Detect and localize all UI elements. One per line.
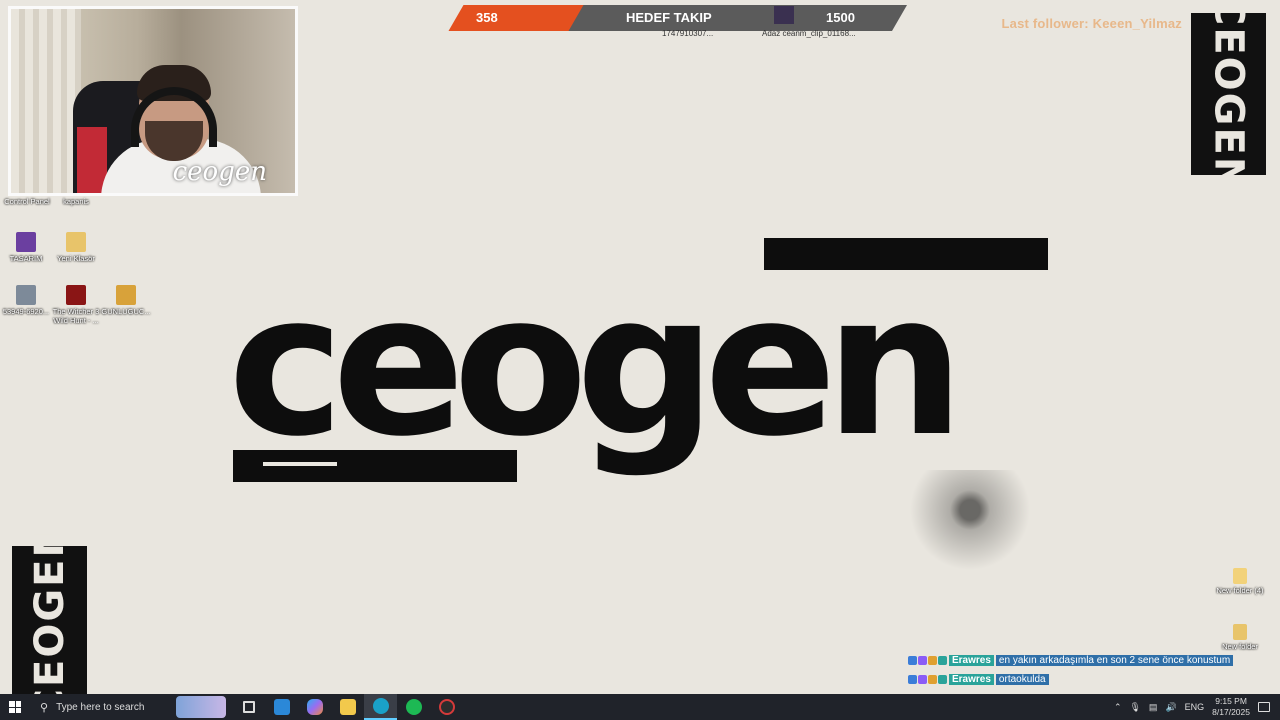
chat-username: Erawres bbox=[949, 655, 994, 666]
task-view-icon bbox=[242, 701, 255, 713]
search-placeholder: Type here to search bbox=[56, 701, 145, 713]
taskbar: ⚲ Type here to search ⌃ 🎙 ▤ 🔊 ENG 9:15 P… bbox=[0, 694, 1280, 720]
goal-sub-right: Adaz ceanm_clip_01168... bbox=[762, 29, 856, 38]
webcam-overlay: ceogen bbox=[8, 6, 298, 196]
desktop-icon-new-folder-4[interactable]: New folder (4) bbox=[1215, 568, 1265, 595]
chat-text: ortaokulda bbox=[995, 674, 1049, 685]
desktop-icon-tasarim[interactable]: TASARIM bbox=[1, 232, 51, 263]
clock-time: 9:15 PM bbox=[1215, 696, 1247, 706]
desktop-icon-witcher3[interactable]: The Witcher 3 Wild Hunt - ... bbox=[51, 285, 101, 325]
chat-overlay: Erawres en yakın arkadaşımla en son 2 se… bbox=[908, 651, 1234, 689]
chat-text: en yakın arkadaşımla en son 2 sene önce … bbox=[995, 655, 1234, 666]
shortcut-icon bbox=[116, 285, 136, 305]
desktop-icon-label: kapanis bbox=[63, 197, 89, 206]
brand-text: CEOGEN bbox=[26, 521, 73, 719]
desktop-icon-label: New folder (4) bbox=[1216, 586, 1264, 595]
search-icon: ⚲ bbox=[40, 701, 49, 714]
desktop-icon-label: TASARIM bbox=[9, 254, 43, 263]
badge-icon bbox=[938, 675, 947, 684]
chat-message: Erawres en yakın arkadaşımla en son 2 se… bbox=[908, 651, 1234, 670]
microphone-icon[interactable]: 🎙 bbox=[1129, 702, 1140, 713]
task-view-button[interactable] bbox=[232, 694, 265, 720]
image-file-icon bbox=[16, 285, 36, 305]
notification-icon[interactable] bbox=[1258, 702, 1270, 712]
folder-icon bbox=[339, 699, 356, 715]
desktop-icon-label: GUNLUGUC... bbox=[101, 307, 151, 316]
desktop-icon-kapanis[interactable]: kapanis bbox=[51, 197, 101, 206]
last-follower: Last follower: Keeen_Yilmaz bbox=[1001, 16, 1182, 31]
folder-icon bbox=[1233, 568, 1247, 584]
folder-icon bbox=[16, 232, 36, 252]
spotify-icon bbox=[405, 699, 422, 715]
brand-badge-bottom: CEOGEN bbox=[12, 522, 87, 718]
goal-thumbnail bbox=[774, 6, 794, 24]
network-icon[interactable]: ▤ bbox=[1149, 702, 1158, 713]
desktop-icon-image-file[interactable]: 53949-6920... bbox=[1, 285, 51, 316]
system-tray: ⌃ 🎙 ▤ 🔊 ENG 9:15 PM 8/17/2025 bbox=[1114, 694, 1280, 720]
badge-icon bbox=[918, 656, 927, 665]
spotify-button[interactable] bbox=[397, 694, 430, 720]
desktop-icon-label: New folder bbox=[1222, 642, 1258, 651]
logo-bar-bottom bbox=[233, 450, 517, 482]
language-indicator[interactable]: ENG bbox=[1185, 702, 1205, 712]
chat-badges bbox=[908, 656, 947, 665]
curtain bbox=[11, 9, 81, 193]
store-icon bbox=[273, 699, 290, 715]
goal-sub-left: 1747910307... bbox=[662, 29, 714, 38]
brand-badge-top: CEOGEN bbox=[1191, 0, 1266, 192]
clock-date: 8/17/2025 bbox=[1212, 707, 1250, 717]
desktop-icon-gunlugu[interactable]: GUNLUGUC... bbox=[101, 285, 151, 316]
edge-icon bbox=[372, 698, 389, 714]
ink-splatter bbox=[880, 470, 1060, 570]
brand-text: CEOGEN bbox=[1205, 0, 1252, 193]
folder-icon bbox=[66, 232, 86, 252]
taskbar-search[interactable]: ⚲ Type here to search bbox=[30, 694, 170, 720]
webcam-name: ceogen bbox=[172, 157, 267, 187]
clock[interactable]: 9:15 PM 8/17/2025 bbox=[1212, 696, 1250, 718]
chevron-up-icon[interactable]: ⌃ bbox=[1114, 702, 1122, 713]
badge-icon bbox=[928, 675, 937, 684]
desktop-icon-label: 53949-6920... bbox=[2, 307, 50, 316]
badge-icon bbox=[938, 656, 947, 665]
goal-current: 358 bbox=[476, 10, 498, 25]
game-icon bbox=[66, 285, 86, 305]
obs-button[interactable] bbox=[430, 694, 463, 720]
copilot-button[interactable] bbox=[298, 694, 331, 720]
obs-icon bbox=[438, 699, 455, 715]
follower-goal-bar: 358 HEDEF TAKIP 1500 bbox=[442, 5, 908, 31]
goal-title: HEDEF TAKIP bbox=[626, 10, 712, 25]
file-explorer-button[interactable] bbox=[331, 694, 364, 720]
chat-username: Erawres bbox=[949, 674, 994, 685]
badge-icon bbox=[918, 675, 927, 684]
copilot-icon bbox=[306, 699, 323, 715]
folder-icon bbox=[1233, 624, 1247, 640]
goal-bar-fill bbox=[448, 5, 584, 31]
store-button[interactable] bbox=[265, 694, 298, 720]
goal-target: 1500 bbox=[826, 10, 855, 25]
desktop-icon-label: The Witcher 3 Wild Hunt - ... bbox=[52, 307, 100, 325]
desktop-icon-label: Yeni Klasör bbox=[57, 254, 95, 263]
badge-icon bbox=[928, 656, 937, 665]
windows-icon bbox=[9, 701, 21, 713]
badge-icon bbox=[908, 656, 917, 665]
desktop-icon-yeni-klasor[interactable]: Yeni Klasör bbox=[51, 232, 101, 263]
chat-message: Erawres ortaokulda bbox=[908, 670, 1233, 689]
edge-button[interactable] bbox=[364, 694, 397, 720]
desktop-icon-label: Control Panel bbox=[4, 197, 50, 206]
logo-stripe bbox=[263, 462, 337, 466]
start-button[interactable] bbox=[0, 694, 30, 720]
desktop-icon-control-panel[interactable]: Control Panel bbox=[2, 197, 52, 206]
volume-icon[interactable]: 🔊 bbox=[1165, 702, 1176, 713]
desktop-icon-new-folder[interactable]: New folder bbox=[1215, 624, 1265, 651]
widgets-button[interactable] bbox=[176, 696, 226, 718]
chat-badges bbox=[908, 675, 947, 684]
badge-icon bbox=[908, 675, 917, 684]
